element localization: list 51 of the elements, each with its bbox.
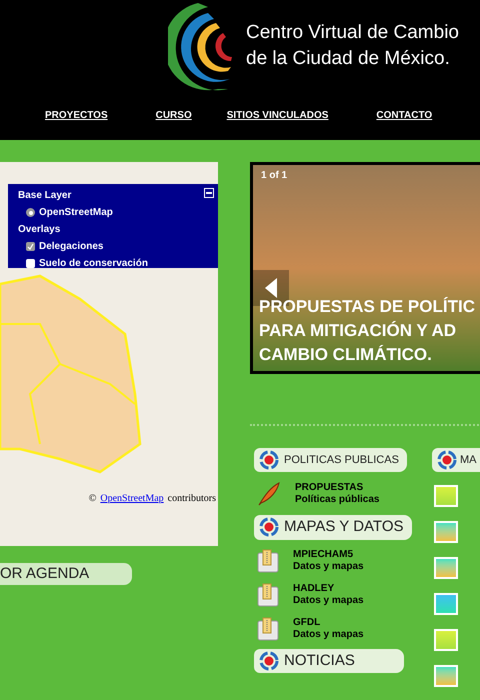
item-title[interactable]: MPIECHAM5 bbox=[293, 548, 364, 560]
nav-link[interactable]: CURSO bbox=[156, 108, 192, 123]
slide-caption: PROPUESTAS DE POLÍTIC bbox=[259, 296, 475, 318]
checkbox[interactable] bbox=[26, 242, 35, 251]
cycle-target-icon bbox=[258, 449, 280, 471]
nav-link[interactable]: CONTACTO bbox=[376, 108, 432, 123]
cycle-target-icon bbox=[258, 516, 280, 538]
map-thumbnail[interactable] bbox=[434, 557, 458, 579]
map-thumbnail[interactable] bbox=[434, 521, 458, 543]
minimize-icon[interactable] bbox=[204, 188, 214, 198]
item-subtitle: Datos y mapas bbox=[293, 560, 364, 572]
map-thumbnail[interactable] bbox=[434, 665, 458, 687]
archive-file-icon bbox=[257, 548, 279, 572]
cycle-target-icon bbox=[436, 449, 458, 471]
checkbox[interactable] bbox=[26, 259, 35, 268]
section-heading: NOTICIAS bbox=[254, 648, 404, 673]
item-title[interactable]: HADLEY bbox=[293, 582, 364, 594]
panel-heading: Base Layer bbox=[18, 189, 72, 203]
section-heading: POLITICAS PUBLICAS bbox=[254, 448, 407, 472]
site-title: Centro Virtual de Cambio bbox=[246, 21, 459, 45]
item-subtitle: Datos y mapas bbox=[293, 628, 364, 640]
map-thumbnail[interactable] bbox=[434, 593, 458, 615]
item-subtitle: Datos y mapas bbox=[293, 594, 364, 606]
nav-link[interactable]: PROYECTOS bbox=[45, 108, 108, 123]
slide-caption: CAMBIO CLIMÁTICO. bbox=[259, 344, 433, 366]
section-heading: MA bbox=[432, 448, 480, 472]
item-subtitle: Políticas públicas bbox=[295, 494, 380, 506]
section-heading: OR AGENDA bbox=[0, 563, 132, 585]
radio-button[interactable] bbox=[26, 208, 35, 217]
site-title: de la Ciudad de México. bbox=[246, 47, 451, 71]
quill-pen-icon bbox=[257, 481, 281, 507]
panel-heading: Overlays bbox=[18, 223, 62, 237]
map[interactable]: Base Layer OpenStreetMap Overlays Delegaciones Suelo de conservación © OpenStreetMap contributors bbox=[0, 162, 218, 546]
attribution-text: © bbox=[88, 492, 96, 506]
layer-label: OpenStreetMap bbox=[39, 206, 113, 220]
slide-caption: PARA MITIGACIÓN Y AD bbox=[259, 320, 458, 342]
nav-link[interactable]: SITIOS VINCULADOS bbox=[226, 108, 328, 123]
attribution-text: contributors bbox=[168, 492, 216, 506]
layer-label: Suelo de conservación bbox=[39, 257, 148, 271]
slide-counter: 1 of 1 bbox=[261, 169, 288, 183]
cycle-target-icon bbox=[258, 650, 280, 672]
item-title[interactable]: GFDL bbox=[293, 616, 364, 628]
layer-label: Delegaciones bbox=[39, 240, 104, 254]
map-thumbnail[interactable] bbox=[434, 485, 458, 507]
logo-icon bbox=[168, 1, 234, 91]
attribution-link[interactable]: OpenStreetMap bbox=[100, 491, 164, 506]
map-thumbnail[interactable] bbox=[434, 629, 458, 651]
archive-file-icon bbox=[257, 616, 279, 640]
item-title[interactable]: PROPUESTAS bbox=[295, 482, 380, 494]
archive-file-icon bbox=[257, 582, 279, 606]
section-heading: MAPAS Y DATOS bbox=[254, 515, 412, 540]
